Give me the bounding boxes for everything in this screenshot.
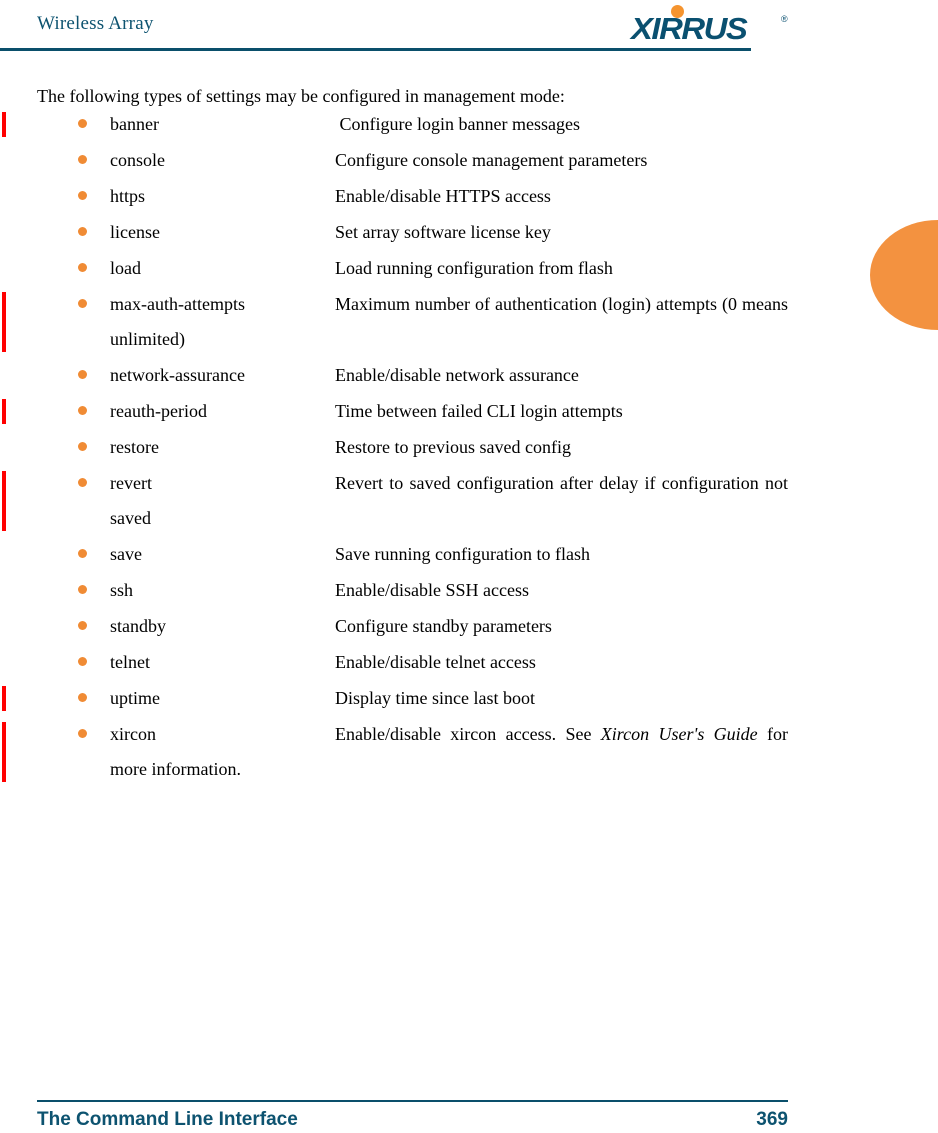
bullet-icon xyxy=(78,442,87,451)
list-item: reauth-period Time between failed CLI log… xyxy=(0,394,938,429)
document-page: Wireless Array XIRRUS ® The following ty… xyxy=(0,0,938,1133)
setting-description: Restore to previous saved config xyxy=(335,437,571,457)
setting-term: revert xyxy=(110,473,152,493)
setting-term: reauth-period xyxy=(110,401,207,421)
setting-term: uptime xyxy=(110,688,160,708)
list-item: xircon Enable/disable xircon access. See … xyxy=(0,717,938,787)
revision-change-bar xyxy=(2,292,6,352)
setting-term: load xyxy=(110,258,141,278)
setting-description: Display time since last boot xyxy=(335,688,535,708)
revision-change-bar xyxy=(2,471,6,531)
bullet-icon xyxy=(78,155,87,164)
bullet-icon xyxy=(78,406,87,415)
bullet-icon xyxy=(78,191,87,200)
list-item: banner Configure login banner messages xyxy=(0,107,938,142)
revision-change-bar xyxy=(2,112,6,137)
setting-term: banner xyxy=(110,114,159,134)
setting-term: console xyxy=(110,150,165,170)
list-item: uptime Display time since last boot xyxy=(0,681,938,716)
logo-wordmark: XIRRUS xyxy=(631,11,748,46)
revision-change-bar xyxy=(2,399,6,424)
bullet-icon xyxy=(78,227,87,236)
bullet-icon xyxy=(78,585,87,594)
bullet-icon xyxy=(78,263,87,272)
setting-description: Enable/disable SSH access xyxy=(335,580,529,600)
footer-divider xyxy=(37,1100,788,1102)
page-footer: The Command Line Interface 369 xyxy=(37,1108,788,1132)
list-item: license Set array software license key xyxy=(0,215,938,250)
bullet-icon xyxy=(78,549,87,558)
setting-description: Enable/disable telnet access xyxy=(335,652,536,672)
setting-description: Set array software license key xyxy=(335,222,551,242)
settings-list: banner Configure login banner messages co… xyxy=(0,107,938,787)
bullet-icon xyxy=(78,621,87,630)
bullet-icon xyxy=(78,478,87,487)
setting-description: Enable/disable HTTPS access xyxy=(335,186,551,206)
setting-description: Enable/disable network assurance xyxy=(335,365,579,385)
logo-trademark: ® xyxy=(781,14,788,24)
list-item: ssh Enable/disable SSH access xyxy=(0,573,938,608)
bullet-icon xyxy=(78,119,87,128)
intro-paragraph: The following types of settings may be c… xyxy=(37,86,565,106)
list-item: save Save running configuration to flash xyxy=(0,537,938,572)
setting-term: standby xyxy=(110,616,166,636)
setting-description: Configure standby parameters xyxy=(335,616,552,636)
setting-term: max-auth-attempts xyxy=(110,294,245,314)
list-item: network-assurance Enable/disable network … xyxy=(0,358,938,393)
xirrus-logo: XIRRUS ® xyxy=(631,5,791,45)
setting-description: Configure console management parameters xyxy=(335,150,648,170)
setting-description: Save running configuration to flash xyxy=(335,544,590,564)
setting-term: save xyxy=(110,544,142,564)
setting-description: Load running configuration from flash xyxy=(335,258,613,278)
list-item: console Configure console management para… xyxy=(0,143,938,178)
page-title: Wireless Array xyxy=(37,13,154,34)
bullet-icon xyxy=(78,693,87,702)
list-item: max-auth-attempts Maximum number of authe… xyxy=(0,287,938,357)
header-divider xyxy=(0,48,751,51)
setting-term: telnet xyxy=(110,652,150,672)
footer-section-title: The Command Line Interface xyxy=(37,1109,298,1130)
bullet-icon xyxy=(78,729,87,738)
revision-change-bar xyxy=(2,686,6,711)
setting-term: https xyxy=(110,186,146,206)
setting-description: Configure login banner messages xyxy=(335,114,580,134)
setting-term: license xyxy=(110,222,160,242)
setting-term: ssh xyxy=(110,580,134,600)
bullet-icon xyxy=(78,657,87,666)
setting-term: restore xyxy=(110,437,159,457)
bullet-icon xyxy=(78,299,87,308)
bullet-icon xyxy=(78,370,87,379)
footer-page-number: 369 xyxy=(756,1109,788,1130)
list-item: revert Revert to saved configuration afte… xyxy=(0,466,938,536)
list-item: telnet Enable/disable telnet access xyxy=(0,645,938,680)
list-item: standby Configure standby parameters xyxy=(0,609,938,644)
setting-term: xircon xyxy=(110,724,156,744)
list-item: load Load running configuration from flas… xyxy=(0,251,938,286)
setting-term: network-assurance xyxy=(110,365,245,385)
list-item: restore Restore to previous saved config xyxy=(0,430,938,465)
revision-change-bar xyxy=(2,722,6,782)
setting-description: Time between failed CLI login attempts xyxy=(335,401,623,421)
list-item: https Enable/disable HTTPS access xyxy=(0,179,938,214)
